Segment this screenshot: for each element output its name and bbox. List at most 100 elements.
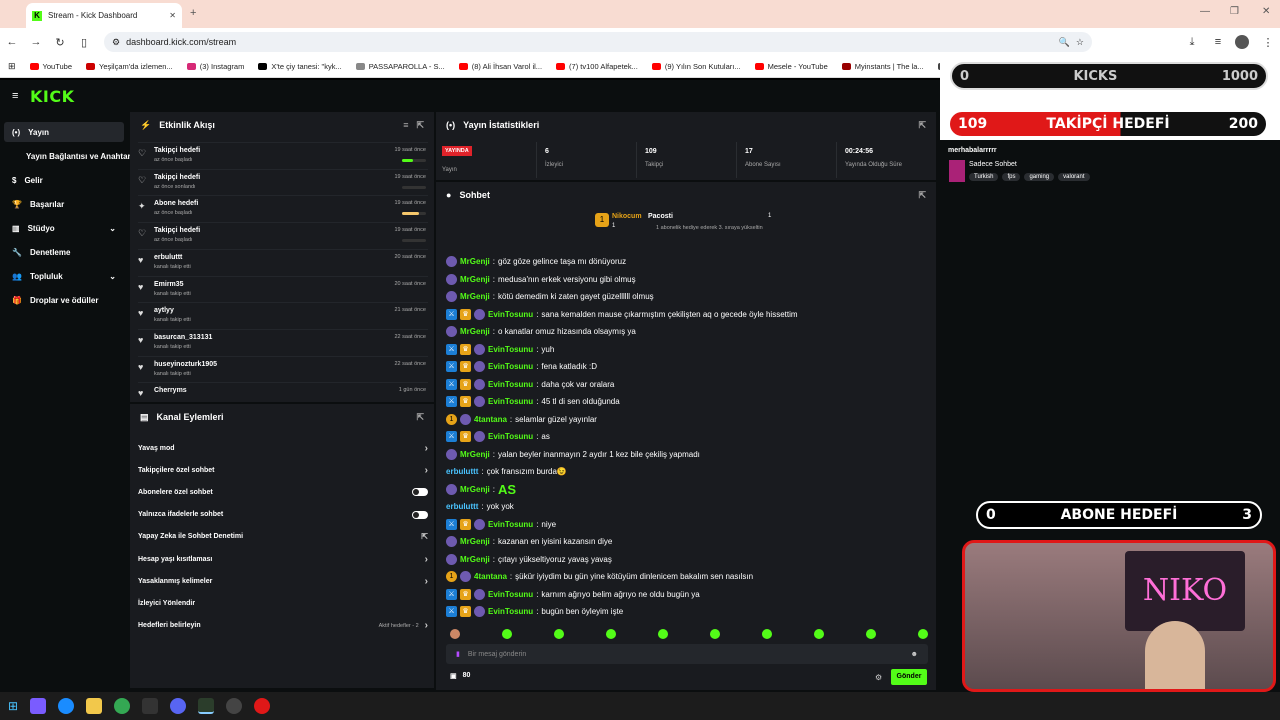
emote-icon[interactable] bbox=[502, 629, 512, 639]
bookmark-item[interactable]: YouTube bbox=[29, 62, 72, 71]
action-item[interactable]: Yalnızca ifadelerle sohbet bbox=[138, 504, 428, 526]
action-item[interactable]: Yapay Zeka ile Sohbet Denetimi ⇱ bbox=[138, 526, 428, 548]
bookmark-item[interactable]: (8) Ali İhsan Varol il... bbox=[458, 62, 542, 71]
action-item[interactable]: Abonelere özel sohbet bbox=[138, 481, 428, 503]
tag-pill[interactable]: valorant bbox=[1058, 173, 1090, 181]
actions-popout-icon[interactable]: ⇱ bbox=[416, 412, 424, 423]
sidebar-item[interactable]: ▥ Stüdyo ⌄ bbox=[4, 218, 124, 238]
chat-username[interactable]: MrGenji bbox=[460, 292, 490, 301]
chat-username[interactable]: 4tantana bbox=[474, 415, 507, 424]
event-item[interactable]: ✦ Abone hedefi az önce başladı 19 saat önce bbox=[138, 195, 428, 222]
chat-username[interactable]: MrGenji bbox=[460, 275, 490, 284]
emote-icon[interactable] bbox=[866, 629, 876, 639]
sidebar-item[interactable]: Yayın Bağlantısı ve Anahtarı bbox=[18, 146, 138, 166]
emote-icon[interactable] bbox=[450, 629, 460, 639]
store-icon[interactable] bbox=[142, 698, 159, 714]
profile-avatar[interactable] bbox=[1235, 35, 1249, 49]
windows-start-icon[interactable]: ⊞ bbox=[8, 699, 18, 713]
pinned-user1[interactable]: Nikocum bbox=[612, 213, 642, 220]
tag-pill[interactable]: gaming bbox=[1024, 173, 1055, 181]
kick-logo[interactable]: KICK bbox=[30, 87, 75, 106]
event-item[interactable]: ♥ basurcan_313131 kanalı takip etti 22 saat… bbox=[138, 328, 428, 356]
sidebar-item[interactable]: $ Gelir bbox=[4, 170, 124, 190]
address-bar[interactable]: ⚙ dashboard.kick.com/stream 🔍 ☆ bbox=[104, 32, 1092, 52]
reload-icon[interactable]: ↻ bbox=[48, 36, 72, 49]
tag-pill[interactable]: Turkish bbox=[969, 173, 999, 181]
chat-settings-icon[interactable]: ⚙ bbox=[875, 673, 882, 682]
external-link-icon[interactable]: ⇱ bbox=[421, 532, 428, 541]
minimize-icon[interactable]: — bbox=[1200, 6, 1210, 17]
chat-username[interactable]: EvinTosunu bbox=[488, 310, 533, 319]
emote-icon[interactable] bbox=[710, 629, 720, 639]
download-icon[interactable]: ⤓ bbox=[1180, 36, 1204, 49]
copilot-icon[interactable] bbox=[30, 698, 47, 714]
chevron-right-icon[interactable]: › bbox=[425, 554, 428, 565]
bookmark-star-icon[interactable]: ☆ bbox=[1076, 37, 1084, 48]
emote-icon[interactable] bbox=[762, 629, 772, 639]
chat-username[interactable]: MrGenji bbox=[460, 485, 490, 494]
chevron-right-icon[interactable]: › bbox=[425, 443, 428, 454]
new-tab-icon[interactable]: + bbox=[190, 7, 196, 19]
event-item[interactable]: ♥ Emirm35 kanalı takip etti 20 saat önce bbox=[138, 275, 428, 303]
bookmark-item[interactable]: (3) Instagram bbox=[186, 62, 244, 71]
bookmark-item[interactable]: PASSAPAROLLA - S... bbox=[355, 62, 445, 71]
action-item[interactable]: Hesap yaşı kısıtlaması › bbox=[138, 548, 428, 570]
site-info-icon[interactable]: ⚙ bbox=[112, 37, 120, 48]
action-item[interactable]: Yavaş mod › bbox=[138, 437, 428, 459]
pinned-user2[interactable]: Pacosti bbox=[648, 213, 673, 220]
close-tab-icon[interactable]: ✕ bbox=[169, 11, 176, 20]
bookmark-item[interactable]: Yeşilçam'da izlemen... bbox=[86, 62, 173, 71]
apps-grid-icon[interactable]: ⊞ bbox=[8, 61, 16, 72]
sidebar-item[interactable]: 🏆 Başarılar bbox=[4, 194, 124, 214]
event-item[interactable]: ♡ Takipçi hedefi az önce başladı 19 saat ön… bbox=[138, 222, 428, 249]
chat-username[interactable]: EvinTosunu bbox=[488, 380, 533, 389]
chat-username[interactable]: EvinTosunu bbox=[488, 520, 533, 529]
send-button[interactable]: Gönder bbox=[891, 669, 927, 685]
chat-input[interactable]: ▮ Bir mesaj gönderin ☻ bbox=[446, 644, 928, 664]
channel-points[interactable]: ▣ 80 bbox=[450, 672, 470, 680]
browser-tab[interactable]: K Stream - Kick Dashboard ✕ bbox=[26, 3, 182, 28]
chat-username[interactable]: MrGenji bbox=[460, 537, 490, 546]
toggle-switch[interactable] bbox=[412, 488, 428, 497]
sidebar-item[interactable]: 🔧 Denetleme bbox=[4, 242, 124, 262]
action-item[interactable]: İzleyici Yönlendir bbox=[138, 592, 428, 614]
chat-username[interactable]: 4tantana bbox=[474, 572, 507, 581]
opera-icon[interactable] bbox=[254, 698, 271, 714]
chrome-active-icon[interactable] bbox=[198, 698, 215, 714]
discord-icon[interactable] bbox=[170, 698, 187, 714]
emote-icon[interactable] bbox=[918, 629, 928, 639]
sidebar-item[interactable]: 🎁 Droplar ve ödüller bbox=[4, 290, 124, 310]
stats-popout-icon[interactable]: ⇱ bbox=[918, 120, 926, 131]
chat-username[interactable]: erbuluttt bbox=[446, 467, 478, 476]
event-item[interactable]: ♡ Takipçi hedefi az önce başladı 19 saat ön… bbox=[138, 142, 428, 169]
action-item[interactable]: Yasaklanmış kelimeler › bbox=[138, 570, 428, 592]
tag-pill[interactable]: fps bbox=[1002, 173, 1021, 181]
emote-icon[interactable] bbox=[606, 629, 616, 639]
sidebar-item[interactable]: 👥 Topluluk ⌄ bbox=[4, 266, 124, 286]
menu-icon[interactable]: ⋮ bbox=[1256, 36, 1280, 49]
emote-icon[interactable] bbox=[658, 629, 668, 639]
category-name[interactable]: Sadece Sohbet bbox=[969, 161, 1017, 168]
restore-icon[interactable]: ❐ bbox=[1230, 6, 1239, 17]
event-item[interactable]: ♥ aytlyy kanalı takip etti 21 saat önce bbox=[138, 302, 428, 329]
event-item[interactable]: ♥ huseyinozturk1905 kanalı takip etti 22 sa… bbox=[138, 355, 428, 383]
emoji-icon[interactable]: ☻ bbox=[911, 651, 918, 658]
chevron-right-icon[interactable]: › bbox=[425, 576, 428, 587]
action-item[interactable]: Hedefleri belirleyin Aktif hedefler - 2 › bbox=[138, 615, 428, 637]
emote-icon[interactable] bbox=[814, 629, 824, 639]
chevron-right-icon[interactable]: › bbox=[425, 465, 428, 476]
bookmark-item[interactable]: (9) Yılın Son Kutuları... bbox=[651, 62, 741, 71]
sidebar-item[interactable]: (•) Yayın bbox=[4, 122, 124, 142]
emote-picker-icon[interactable]: ▮ bbox=[456, 650, 460, 658]
chat-username[interactable]: MrGenji bbox=[460, 327, 490, 336]
category-thumbnail[interactable] bbox=[949, 160, 965, 182]
bookmark-item[interactable]: X'te çiy tanesi: "kyk... bbox=[258, 62, 342, 71]
media-icon[interactable]: ≡ bbox=[1206, 36, 1230, 48]
forward-icon[interactable]: → bbox=[24, 36, 48, 48]
bookmark-item[interactable]: Myinstants | The la... bbox=[841, 62, 924, 71]
chat-popout-icon[interactable]: ⇱ bbox=[918, 190, 926, 201]
split-view-icon[interactable]: ▯ bbox=[72, 36, 96, 49]
chat-username[interactable]: MrGenji bbox=[460, 450, 490, 459]
chat-username[interactable]: EvinTosunu bbox=[488, 362, 533, 371]
chat-username[interactable]: EvinTosunu bbox=[488, 432, 533, 441]
